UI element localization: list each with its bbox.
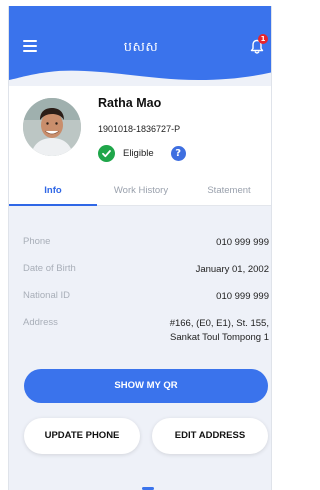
app-header: បសស 1 [9, 6, 271, 86]
address-label: Address [23, 317, 58, 328]
tab-info[interactable]: Info [9, 179, 97, 206]
user-name: Ratha Mao [98, 96, 162, 110]
avatar [23, 98, 81, 156]
eligibility-label: Eligible [123, 147, 154, 159]
date-of-birth-label: Date of Birth [23, 263, 76, 274]
phone-value: 010 999 999 [216, 237, 269, 248]
notification-badge: 1 [258, 34, 268, 44]
address-line-2: Sankat Toul Tompong 1 [170, 332, 269, 343]
address-line-1: #166, (E0, E1), St. 155, [169, 318, 269, 329]
id-number: 1901018-1836727-P [98, 124, 181, 134]
profile-card: Ratha Mao 1901018-1836727-P Eligible ? I… [9, 86, 271, 206]
check-circle-icon [98, 144, 115, 162]
app-screen: បសស 1 Ratha Mao 1901018-1836727-P Eligib… [8, 6, 272, 490]
update-phone-button[interactable]: UPDATE PHONE [24, 418, 140, 454]
national-id-value: 010 999 999 [216, 291, 269, 302]
edit-address-button[interactable]: EDIT ADDRESS [152, 418, 268, 454]
app-title: បសស [123, 40, 159, 55]
help-icon[interactable]: ? [170, 145, 186, 161]
eligibility-status: Eligible ? [98, 144, 186, 162]
show-my-qr-button[interactable]: SHOW MY QR [24, 369, 268, 403]
bell-icon[interactable]: 1 [249, 34, 268, 55]
tab-statement[interactable]: Statement [185, 179, 271, 205]
national-id-label: National ID [23, 290, 70, 301]
profile-tabs: Info Work History Statement [9, 179, 271, 206]
address-value: #166, (E0, E1), St. 155, Sankat Toul Tom… [170, 317, 269, 345]
phone-label: Phone [23, 236, 51, 247]
date-of-birth-value: January 01, 2002 [195, 264, 269, 275]
tab-work-history[interactable]: Work History [97, 179, 185, 205]
